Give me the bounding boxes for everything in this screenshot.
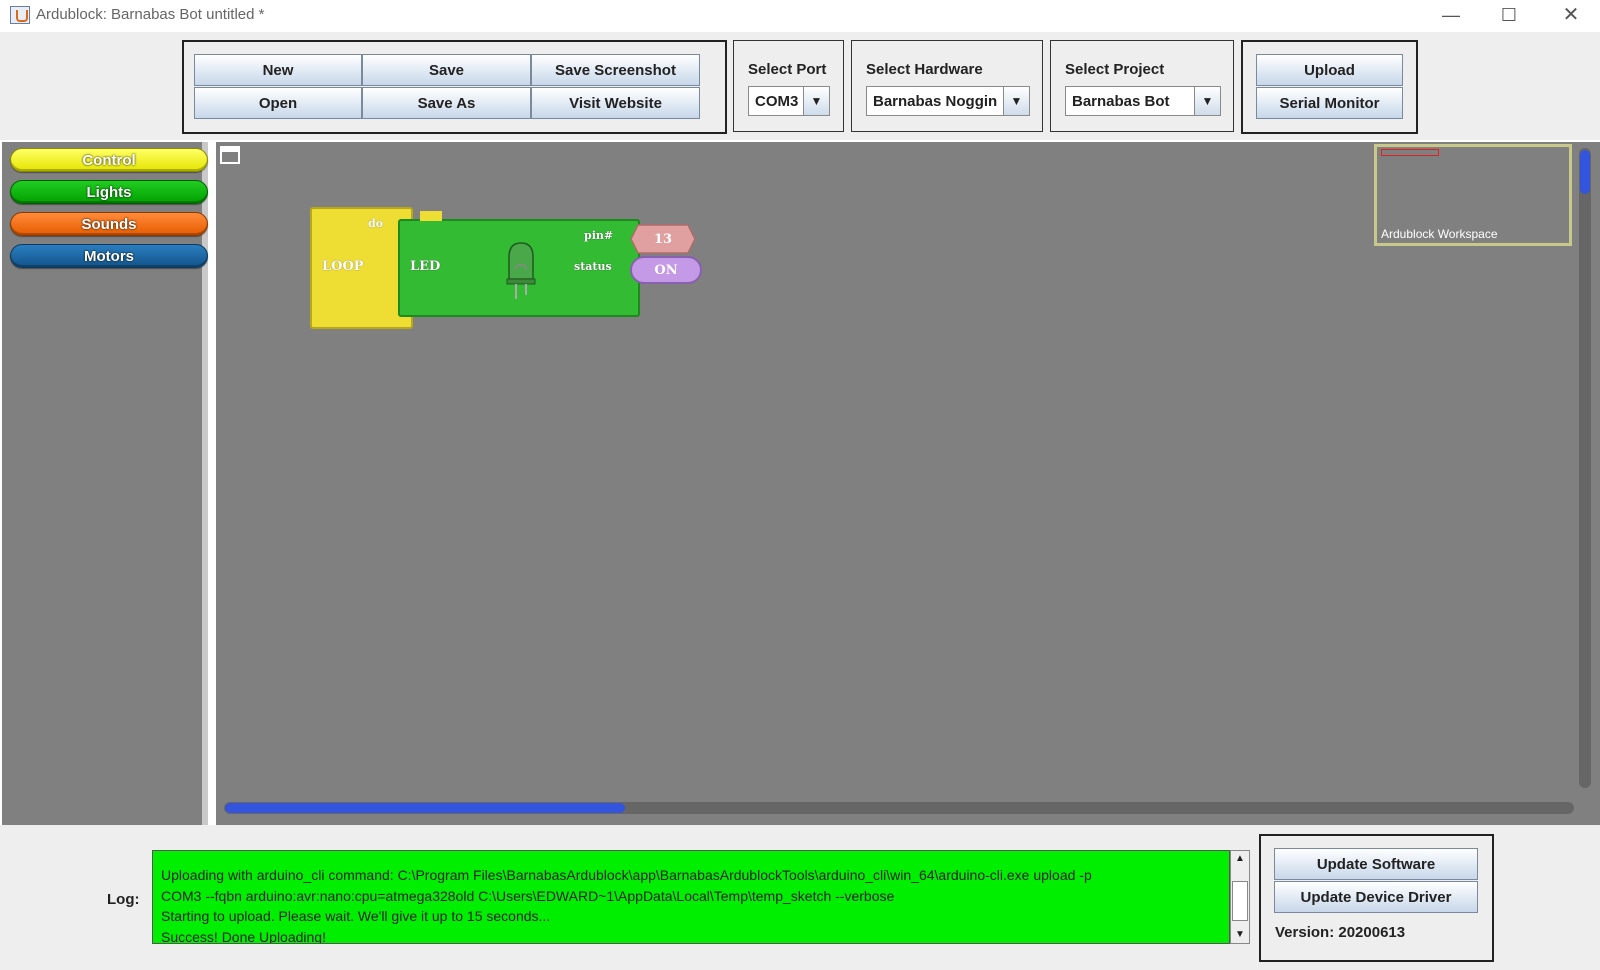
category-lights[interactable]: Lights	[10, 180, 208, 204]
pin-number-block[interactable]: 13	[630, 224, 696, 254]
hardware-value: Barnabas Noggin	[873, 92, 998, 110]
chevron-down-icon[interactable]: ▼	[1194, 87, 1220, 115]
port-group: Select Port COM3 ▼	[733, 40, 844, 132]
log-output[interactable]: Uploading with arduino_cli command: C:\P…	[152, 850, 1230, 944]
log-line: Success! Done Uploading!	[161, 928, 326, 944]
pin-value: 13	[653, 231, 673, 247]
open-button[interactable]: Open	[194, 87, 362, 119]
project-select[interactable]: Barnabas Bot ▼	[1065, 86, 1221, 116]
update-software-button[interactable]: Update Software	[1274, 848, 1478, 880]
update-device-driver-button[interactable]: Update Device Driver	[1274, 881, 1478, 913]
block-palette: Control Lights Sounds Motors	[2, 142, 208, 825]
status-on-block[interactable]: ON	[630, 256, 702, 284]
maximize-icon[interactable]: ☐	[1494, 4, 1524, 28]
led-block[interactable]: LED pin# status	[398, 211, 640, 317]
workspace-minimap[interactable]: Ardublock Workspace	[1374, 144, 1572, 246]
select-hardware-label: Select Hardware	[866, 61, 983, 78]
port-select[interactable]: COM3 ▼	[748, 86, 830, 116]
loop-do-label: do	[368, 217, 384, 230]
minimap-viewport[interactable]	[1381, 149, 1439, 156]
upload-button[interactable]: Upload	[1256, 54, 1403, 86]
java-app-icon	[10, 6, 30, 24]
log-scrollbar[interactable]: ▲ ▼	[1230, 850, 1250, 944]
pin-label: pin#	[584, 229, 614, 242]
category-control[interactable]: Control	[10, 148, 208, 172]
horizontal-scroll-thumb[interactable]	[225, 803, 625, 813]
project-group: Select Project Barnabas Bot ▼	[1050, 40, 1234, 132]
scroll-up-icon[interactable]: ▲	[1231, 851, 1249, 867]
hardware-select[interactable]: Barnabas Noggin ▼	[866, 86, 1030, 116]
project-value: Barnabas Bot	[1072, 92, 1170, 110]
log-scroll-thumb[interactable]	[1232, 881, 1248, 921]
log-line: Uploading with arduino_cli command: C:\P…	[161, 867, 1092, 883]
select-project-label: Select Project	[1065, 61, 1165, 78]
log-line: COM3 --fqbn arduino:avr:nano:cpu=atmega3…	[161, 887, 895, 904]
hardware-group: Select Hardware Barnabas Noggin ▼	[851, 40, 1043, 132]
log-line: Starting to upload. Please wait. We'll g…	[161, 908, 551, 924]
window-title: Ardublock: Barnabas Bot untitled *	[36, 6, 265, 23]
vertical-scrollbar[interactable]	[1579, 148, 1591, 788]
visit-website-button[interactable]: Visit Website	[531, 87, 700, 119]
chevron-down-icon[interactable]: ▼	[803, 87, 829, 115]
category-motors[interactable]: Motors	[10, 244, 208, 268]
file-button-group: New Save Save Screenshot Open Save As Vi…	[182, 40, 727, 134]
block-connector	[420, 211, 442, 221]
loop-label: LOOP	[322, 259, 364, 274]
status-label: status	[574, 260, 612, 273]
chevron-down-icon[interactable]: ▼	[1003, 87, 1029, 115]
new-button[interactable]: New	[194, 54, 362, 86]
bottom-panel: Log: Uploading with arduino_cli command:…	[0, 825, 1600, 970]
port-value: COM3	[755, 92, 799, 110]
save-screenshot-button[interactable]: Save Screenshot	[531, 54, 700, 86]
update-group: Update Software Update Device Driver Ver…	[1259, 834, 1494, 962]
window-toggle-icon[interactable]	[220, 146, 240, 164]
version-label: Version: 20200613	[1275, 924, 1406, 941]
vertical-scroll-thumb[interactable]	[1580, 150, 1590, 194]
select-port-label: Select Port	[748, 61, 827, 78]
close-icon[interactable]: ✕	[1556, 4, 1586, 28]
save-button[interactable]: Save	[362, 54, 531, 86]
minimap-label: Ardublock Workspace	[1381, 227, 1498, 241]
led-label: LED	[410, 259, 441, 274]
log-label: Log:	[107, 891, 140, 908]
led-bulb-icon	[506, 242, 536, 299]
serial-monitor-button[interactable]: Serial Monitor	[1256, 87, 1403, 119]
title-bar: Ardublock: Barnabas Bot untitled * — ☐ ✕	[0, 0, 1600, 32]
toolbar: New Save Save Screenshot Open Save As Vi…	[0, 32, 1600, 140]
save-as-button[interactable]: Save As	[362, 87, 531, 119]
upload-group: Upload Serial Monitor	[1241, 40, 1418, 134]
scroll-down-icon[interactable]: ▼	[1231, 927, 1249, 943]
horizontal-scrollbar[interactable]	[224, 802, 1574, 814]
minimize-icon[interactable]: —	[1436, 4, 1466, 28]
category-sounds[interactable]: Sounds	[10, 212, 208, 236]
